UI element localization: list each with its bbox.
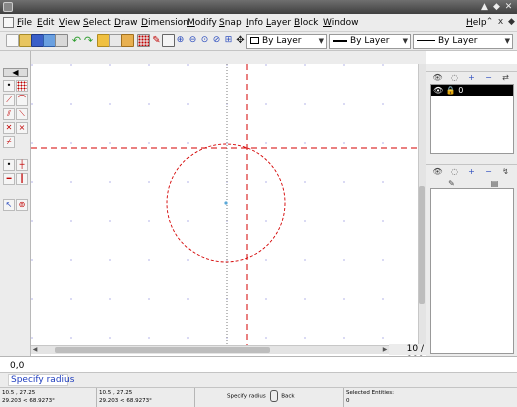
layer-edit-button[interactable]: ⇄	[499, 72, 512, 83]
menu-dimension[interactable]: Dimension	[141, 17, 189, 29]
layer-show-all-icon[interactable]: 👁	[431, 72, 444, 83]
maximize-window-button[interactable]: ◆	[491, 2, 502, 12]
layer-panel-header	[426, 64, 517, 72]
line-type-icon	[417, 40, 435, 41]
layer-hide-all-icon[interactable]: ◌	[448, 72, 461, 83]
scroll-left-icon[interactable]: ◀	[31, 345, 39, 354]
toolbar-back-button[interactable]: ◀	[3, 68, 28, 77]
rel-coord-value: 10.5 , 27.25	[99, 390, 133, 396]
tangent-tool-icon[interactable]: ⟍	[16, 108, 28, 120]
line-width-icon	[333, 39, 347, 42]
drawing-svg	[31, 64, 418, 345]
menu-layer[interactable]: Layer	[266, 17, 291, 29]
block-insert-button[interactable]: ↯	[499, 166, 512, 177]
abs-coord-value: 10.5 , 27.25	[2, 390, 36, 396]
point-tool-icon[interactable]: •	[3, 80, 15, 92]
menu-block[interactable]: Block	[294, 17, 318, 29]
bisector-tool-icon[interactable]: ✕	[3, 122, 15, 134]
menu-view[interactable]: View	[59, 17, 80, 29]
linetype-combo-value: By Layer	[438, 36, 478, 46]
block-hide-all-icon[interactable]: ◌	[448, 166, 461, 177]
drawing-canvas[interactable]	[31, 64, 418, 345]
block-panel-header	[426, 158, 517, 165]
layer-name: 0	[458, 86, 464, 95]
selected-label: Selected Entities:	[346, 390, 395, 396]
menu-info[interactable]: Info	[246, 17, 263, 29]
circle-center-marker	[224, 201, 228, 205]
scroll-right-icon[interactable]: ▶	[381, 345, 389, 354]
command-prompt: Specify radius	[8, 374, 74, 386]
chevron-down-icon: ▼	[402, 37, 408, 45]
redo-icon[interactable]: ↷	[82, 34, 95, 47]
line-tool-icon[interactable]: ⟋	[3, 94, 15, 106]
selected-count: 0	[346, 398, 350, 404]
width-combo[interactable]: By Layer ▼	[329, 34, 411, 49]
mdi-float-button[interactable]: ◆	[506, 17, 517, 28]
chevron-down-icon: ▼	[318, 37, 324, 45]
menu-edit[interactable]: Edit	[37, 17, 54, 29]
arc-tool-icon[interactable]: ⌒	[16, 94, 28, 106]
layer-visibility-lock-icon: 👁 🔒	[433, 86, 456, 95]
color-combo[interactable]: By Layer ▼	[246, 34, 327, 49]
close-window-button[interactable]: ✕	[503, 2, 514, 12]
color-swatch-icon	[250, 37, 259, 44]
menu-modify[interactable]: Modify	[187, 17, 217, 29]
intersection-tool-icon[interactable]: ⨯	[16, 122, 28, 134]
absolute-coordinates: 10.5 , 27.25 29.203 < 68.9273°	[0, 388, 97, 407]
menu-file[interactable]: File	[17, 17, 32, 29]
width-combo-value: By Layer	[350, 36, 390, 46]
title-bar	[0, 0, 517, 14]
block-add-button[interactable]: +	[465, 166, 478, 177]
menu-snap[interactable]: Snap	[219, 17, 242, 29]
menu-select[interactable]: Select	[83, 17, 111, 29]
grid-toggle-icon[interactable]	[137, 34, 150, 47]
select-pointer-icon[interactable]: ↖	[3, 199, 15, 211]
command-prompt-bar	[0, 372, 517, 388]
grid-dots	[31, 64, 418, 345]
block-list[interactable]	[430, 188, 514, 354]
app-icon	[3, 17, 14, 28]
snap-endpoint-icon[interactable]: ┼	[16, 159, 28, 171]
selected-entities: Selected Entities: 0	[344, 388, 517, 407]
minimize-window-button[interactable]: ▲	[479, 2, 490, 12]
block-remove-button[interactable]: −	[482, 166, 495, 177]
mouse-hint: Specify radius Back	[195, 388, 344, 407]
mouse-icon	[269, 390, 278, 402]
snap-free-icon[interactable]: •	[3, 159, 15, 171]
relative-zero-icon[interactable]: ⊚	[16, 199, 28, 211]
color-combo-value: By Layer	[262, 36, 302, 46]
chevron-down-icon: ▼	[504, 37, 510, 45]
parallel-tool-icon[interactable]: ⫽	[3, 108, 15, 120]
main-toolbar: ↶ ↷ ✎ ⊕ ⊖ ⊙ ⊘ ⊞ ✥ By Layer ▼ By Layer ▼ …	[0, 32, 517, 51]
horizontal-scroll-thumb[interactable]	[55, 347, 270, 353]
block-show-all-icon[interactable]: 👁	[431, 166, 444, 177]
menu-draw[interactable]: Draw	[114, 17, 138, 29]
mdi-close-button[interactable]: x	[495, 17, 506, 28]
relative-coordinates: 10.5 , 27.25 29.203 < 68.9273°	[97, 388, 195, 407]
linetype-combo[interactable]: By Layer ▼	[413, 34, 513, 49]
menu-window[interactable]: Window	[323, 17, 359, 29]
restrict-horizontal-icon[interactable]: ━	[3, 173, 15, 185]
restrict-vertical-icon[interactable]: ┃	[16, 173, 28, 185]
paste-icon[interactable]	[121, 34, 134, 47]
snap-grid-icon[interactable]	[16, 80, 28, 92]
canvas-top-strip	[31, 51, 426, 64]
vertical-scroll-thumb[interactable]	[419, 186, 425, 304]
new-file-icon[interactable]	[6, 34, 19, 47]
print-icon[interactable]	[55, 34, 68, 47]
mdi-restore-button[interactable]: ⌃	[484, 17, 495, 28]
abs-polar-value: 29.203 < 68.9273°	[2, 398, 55, 404]
layer-remove-button[interactable]: −	[482, 72, 495, 83]
mouse-right-hint: Back	[281, 393, 295, 400]
rel-polar-value: 29.203 < 68.9273°	[99, 398, 152, 404]
command-input[interactable]: 0,0	[10, 360, 514, 372]
rectangle-tool-icon[interactable]: ⌿	[3, 136, 15, 148]
menu-bar: File Edit View Select Draw Dimension Mod…	[0, 14, 517, 32]
layer-row[interactable]: 👁 🔒 0	[431, 85, 513, 96]
layer-add-button[interactable]: +	[465, 72, 478, 83]
window-menu-icon[interactable]	[3, 2, 13, 12]
mouse-left-hint: Specify radius	[227, 393, 266, 400]
grid-status: 10 / 100	[389, 344, 426, 365]
